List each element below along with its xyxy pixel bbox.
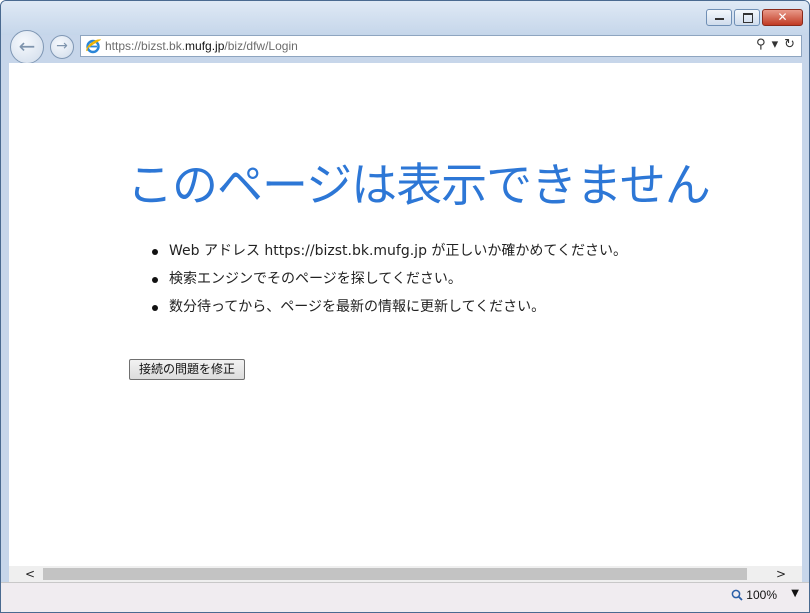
address-tools: ⚲ ▾ ↻ — [756, 37, 795, 52]
minimize-button[interactable] — [706, 9, 732, 26]
suggestion-item: 数分待ってから、ページを最新の情報に更新してください。 — [152, 295, 627, 323]
close-button[interactable]: ✕ — [762, 9, 803, 26]
back-arrow-icon: ← — [18, 34, 36, 58]
url-text[interactable]: https://bizst.bk.mufg.jp/biz/dfw/Login — [105, 39, 298, 53]
url-prefix: https://bizst.bk. — [105, 39, 186, 53]
scroll-left-icon[interactable]: < — [19, 566, 41, 582]
horizontal-scrollbar[interactable]: < > — [9, 566, 802, 582]
suggestion-item: 検索エンジンでそのページを探してください。 — [152, 267, 627, 295]
zoom-dropdown-icon[interactable]: ▼ — [791, 588, 799, 599]
minimize-icon — [715, 18, 724, 20]
suggestion-item: Web アドレス https://bizst.bk.mufg.jp が正しいか確… — [152, 239, 627, 267]
close-icon: ✕ — [777, 10, 788, 24]
forward-arrow-icon: → — [56, 38, 68, 54]
maximize-button[interactable] — [734, 9, 760, 26]
fix-connection-button[interactable]: 接続の問題を修正 — [129, 359, 246, 380]
internet-explorer-icon — [86, 39, 101, 54]
zoom-control[interactable]: 100% — [731, 588, 777, 602]
browser-window: ✕ ← → https://bizst.bk.mufg.jp/biz/dfw/L… — [0, 0, 810, 613]
chevron-down-icon[interactable]: ▾ — [772, 37, 779, 52]
url-path: /biz/dfw/Login — [224, 39, 298, 53]
zoom-icon — [731, 589, 743, 601]
scroll-right-icon[interactable]: > — [770, 566, 792, 582]
zoom-level: 100% — [746, 588, 777, 602]
search-icon[interactable]: ⚲ — [756, 37, 766, 52]
navigation-bar: ← → https://bizst.bk.mufg.jp/biz/dfw/Log… — [1, 29, 809, 64]
suggestion-list: Web アドレス https://bizst.bk.mufg.jp が正しいか確… — [152, 239, 627, 323]
error-heading: このページは表示できません — [127, 158, 711, 212]
scrollbar-thumb[interactable] — [43, 568, 747, 580]
url-host: mufg.jp — [185, 39, 225, 53]
window-controls: ✕ — [706, 9, 803, 26]
page-content: このページは表示できません Web アドレス https://bizst.bk.… — [9, 63, 802, 566]
forward-button[interactable]: → — [50, 35, 74, 59]
refresh-icon[interactable]: ↻ — [784, 37, 795, 52]
status-bar: 100% ▼ — [1, 582, 809, 612]
address-bar[interactable]: https://bizst.bk.mufg.jp/biz/dfw/Login ⚲… — [80, 35, 802, 57]
maximize-icon — [743, 13, 753, 23]
back-button[interactable]: ← — [10, 30, 44, 64]
